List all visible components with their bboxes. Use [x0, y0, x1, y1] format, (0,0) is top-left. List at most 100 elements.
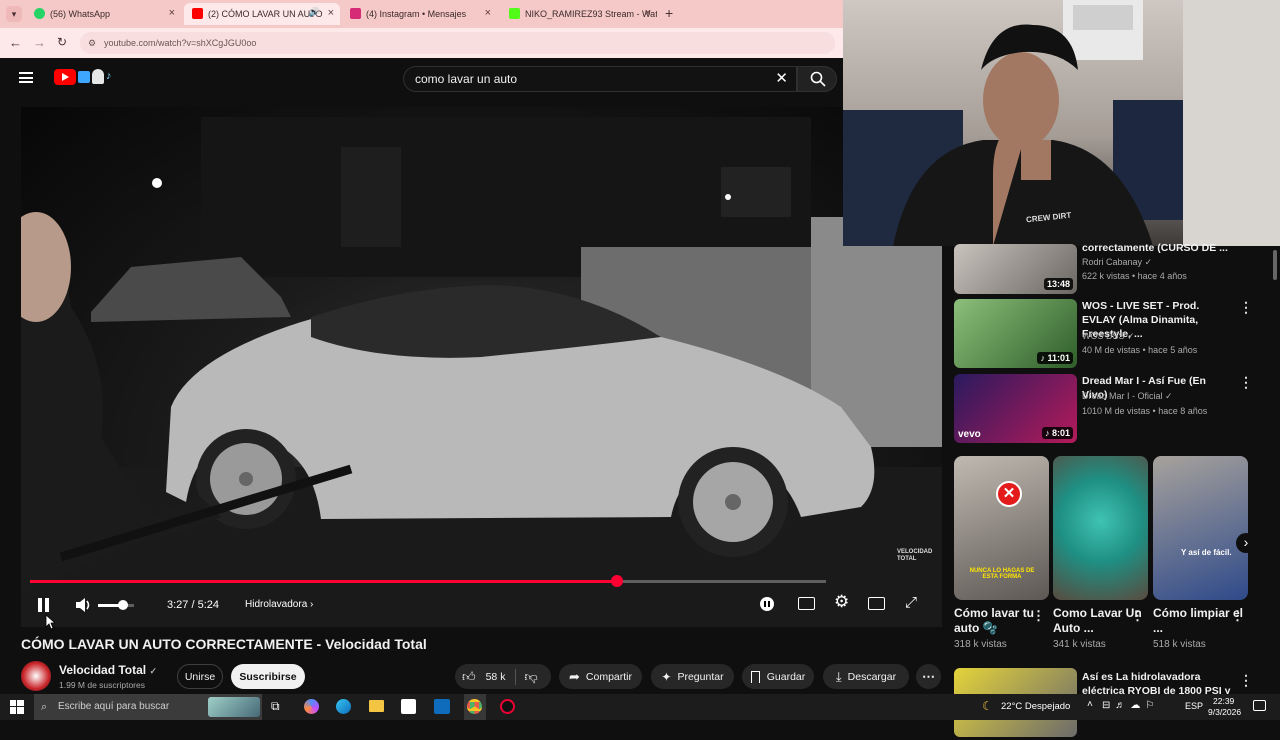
- tab-list-icon[interactable]: ▾: [6, 6, 22, 22]
- video-title: CÓMO LAVAR UN AUTO CORRECTAMENTE - Veloc…: [21, 636, 427, 652]
- duration-badge: ♪ 11:01: [1037, 352, 1073, 364]
- browser-tab-bar: ▾ (56) WhatsApp × (2) CÓMO LAVAR UN AUTO…: [0, 0, 843, 28]
- search-query: como lavar un auto: [415, 72, 518, 86]
- forward-icon[interactable]: →: [33, 35, 46, 50]
- tab-instagram[interactable]: (4) Instagram • Mensajes ×: [342, 3, 497, 25]
- more-options-icon[interactable]: ⋮: [1231, 608, 1244, 624]
- notifications-icon[interactable]: [1253, 700, 1266, 711]
- close-icon[interactable]: ×: [169, 7, 175, 19]
- subscribe-button[interactable]: Suscribirse: [231, 664, 305, 689]
- search-button[interactable]: [797, 66, 837, 92]
- task-view-icon[interactable]: ⧉: [271, 699, 280, 714]
- channel-name[interactable]: WOS DSS ✓: [1082, 331, 1135, 342]
- mail-icon[interactable]: [434, 699, 450, 714]
- list-item[interactable]: vevo ♪ 8:01 Dread Mar I - Así Fue (En Vi…: [954, 374, 1274, 446]
- video-title[interactable]: correctamente (CURSO DE ...: [1082, 241, 1232, 255]
- chevron-up-icon[interactable]: ˄: [1087, 699, 1093, 710]
- more-options-icon[interactable]: ⋮: [1239, 672, 1253, 689]
- subtitles-icon[interactable]: [798, 597, 815, 610]
- more-options-icon[interactable]: ⋮: [1032, 608, 1045, 624]
- pause-button[interactable]: [38, 598, 50, 612]
- chevron-right-icon: ›: [310, 599, 314, 610]
- theater-mode-icon[interactable]: [868, 597, 885, 610]
- short-views: 318 k vistas: [954, 639, 1007, 650]
- sidebar-scrollbar[interactable]: [1273, 246, 1277, 694]
- short-item[interactable]: ✕ NUNCA LO HAGAS DE ESTA FORMA Cómo lava…: [954, 456, 1049, 650]
- menu-icon[interactable]: [19, 72, 33, 83]
- search-input[interactable]: como lavar un auto ✕: [403, 66, 797, 92]
- close-icon[interactable]: ×: [645, 7, 651, 19]
- volume-slider[interactable]: [98, 600, 134, 610]
- list-item[interactable]: ♪ 11:01 WOS - LIVE SET - Prod. EVLAY (Al…: [954, 299, 1274, 371]
- dislike-button[interactable]: 👎︎: [524, 669, 537, 685]
- file-explorer-icon[interactable]: [369, 700, 384, 712]
- url-field[interactable]: ⚙ youtube.com/watch?v=shXCgJGU0oo: [80, 32, 835, 54]
- back-icon[interactable]: ←: [9, 35, 22, 50]
- volume-icon[interactable]: [74, 597, 92, 613]
- progress-scrubber[interactable]: [610, 575, 623, 587]
- whatsapp-icon: [34, 8, 45, 19]
- fullscreen-icon[interactable]: ⤢: [905, 594, 917, 611]
- short-caption: NUNCA LO HAGAS DE ESTA FORMA: [969, 568, 1035, 580]
- store-icon[interactable]: [401, 699, 416, 714]
- channel-name[interactable]: Velocidad Total ✓: [59, 663, 157, 677]
- copilot-icon[interactable]: [304, 699, 319, 714]
- tab-whatsapp[interactable]: (56) WhatsApp ×: [26, 3, 181, 25]
- ask-button[interactable]: ✦ Preguntar: [651, 664, 734, 689]
- youtube-logo[interactable]: [54, 69, 76, 85]
- close-icon[interactable]: ×: [485, 7, 491, 19]
- doodle-logo[interactable]: ♪: [78, 69, 120, 85]
- new-tab-icon[interactable]: +: [665, 5, 673, 21]
- like-button[interactable]: 👍︎ 58 k: [455, 669, 505, 685]
- kick-icon: [509, 8, 520, 19]
- language-indicator[interactable]: ESP: [1185, 701, 1203, 711]
- short-thumbnail[interactable]: Y así de fácil.: [1153, 456, 1248, 600]
- more-actions-button[interactable]: ⋯: [916, 664, 941, 689]
- more-options-icon[interactable]: ⋮: [1131, 608, 1144, 624]
- site-info-icon[interactable]: ⚙: [88, 32, 96, 54]
- video-meta: 622 k vistas • hace 4 años: [1082, 271, 1187, 281]
- clear-search-icon[interactable]: ✕: [775, 67, 788, 91]
- windows-start-icon[interactable]: [10, 700, 24, 714]
- tab-youtube[interactable]: (2) CÓMO LAVAR UN AUTO 🔊 ×: [184, 3, 340, 25]
- video-thumbnail[interactable]: ♪ 11:01: [954, 299, 1077, 368]
- autoplay-toggle[interactable]: [760, 597, 774, 611]
- clock-time[interactable]: 22:39: [1213, 696, 1234, 706]
- more-options-icon[interactable]: ⋮: [1239, 299, 1253, 316]
- channel-name[interactable]: Dread Mar I - Oficial ✓: [1082, 391, 1173, 402]
- video-player[interactable]: VELOCIDAD TOTAL 3:27 / 5:24 Hidrolavador…: [21, 107, 942, 627]
- save-button[interactable]: Guardar: [742, 664, 814, 689]
- app-icon[interactable]: [500, 699, 515, 714]
- download-icon: ⤓: [835, 668, 842, 684]
- channel-name[interactable]: Rodri Cabanay ✓: [1082, 257, 1152, 268]
- progress-bar[interactable]: [30, 575, 826, 587]
- speaker-icon[interactable]: 🔊: [309, 7, 320, 18]
- taskbar-search-input[interactable]: ⌕ Escribe aquí para buscar: [34, 694, 262, 720]
- clock-date[interactable]: 9/3/2026: [1208, 707, 1241, 717]
- close-icon[interactable]: ×: [328, 7, 334, 19]
- video-thumbnail[interactable]: vevo ♪ 8:01: [954, 374, 1077, 443]
- search-icon: ⌕: [41, 701, 48, 713]
- verified-icon: ✓: [1144, 257, 1153, 267]
- webcam-overlay: CREW DIRT: [843, 0, 1280, 246]
- short-thumbnail[interactable]: [1053, 456, 1148, 600]
- short-thumbnail[interactable]: ✕ NUNCA LO HAGAS DE ESTA FORMA: [954, 456, 1049, 600]
- short-item[interactable]: Como Lavar Un Auto ... 341 k vistas ⋮: [1053, 456, 1148, 650]
- progress-fill: [30, 580, 617, 583]
- channel-avatar[interactable]: [21, 661, 51, 691]
- chapter-button[interactable]: Hidrolavadora ›: [245, 599, 313, 610]
- reload-icon[interactable]: ↻: [57, 35, 67, 49]
- shorts-next-button[interactable]: ›: [1236, 533, 1256, 553]
- tab-kick[interactable]: NIKO_RAMIREZ93 Stream - Wat ×: [501, 3, 657, 25]
- share-button[interactable]: ➦ Compartir: [559, 664, 642, 689]
- short-item[interactable]: Y así de fácil. Cómo limpiar el ... 518 …: [1153, 456, 1248, 650]
- settings-icon[interactable]: ⚙: [834, 592, 849, 612]
- weather-text[interactable]: 22°C Despejado: [1001, 701, 1070, 712]
- video-thumbnail[interactable]: 13:48: [954, 244, 1077, 294]
- tray-icons[interactable]: ⊟♬☁⚐: [1102, 700, 1159, 711]
- download-button[interactable]: ⤓ Descargar: [823, 664, 909, 689]
- music-icon: ♪: [1044, 428, 1052, 438]
- join-button[interactable]: Unirse: [177, 664, 223, 689]
- edge-icon[interactable]: [336, 699, 351, 714]
- more-options-icon[interactable]: ⋮: [1239, 374, 1253, 391]
